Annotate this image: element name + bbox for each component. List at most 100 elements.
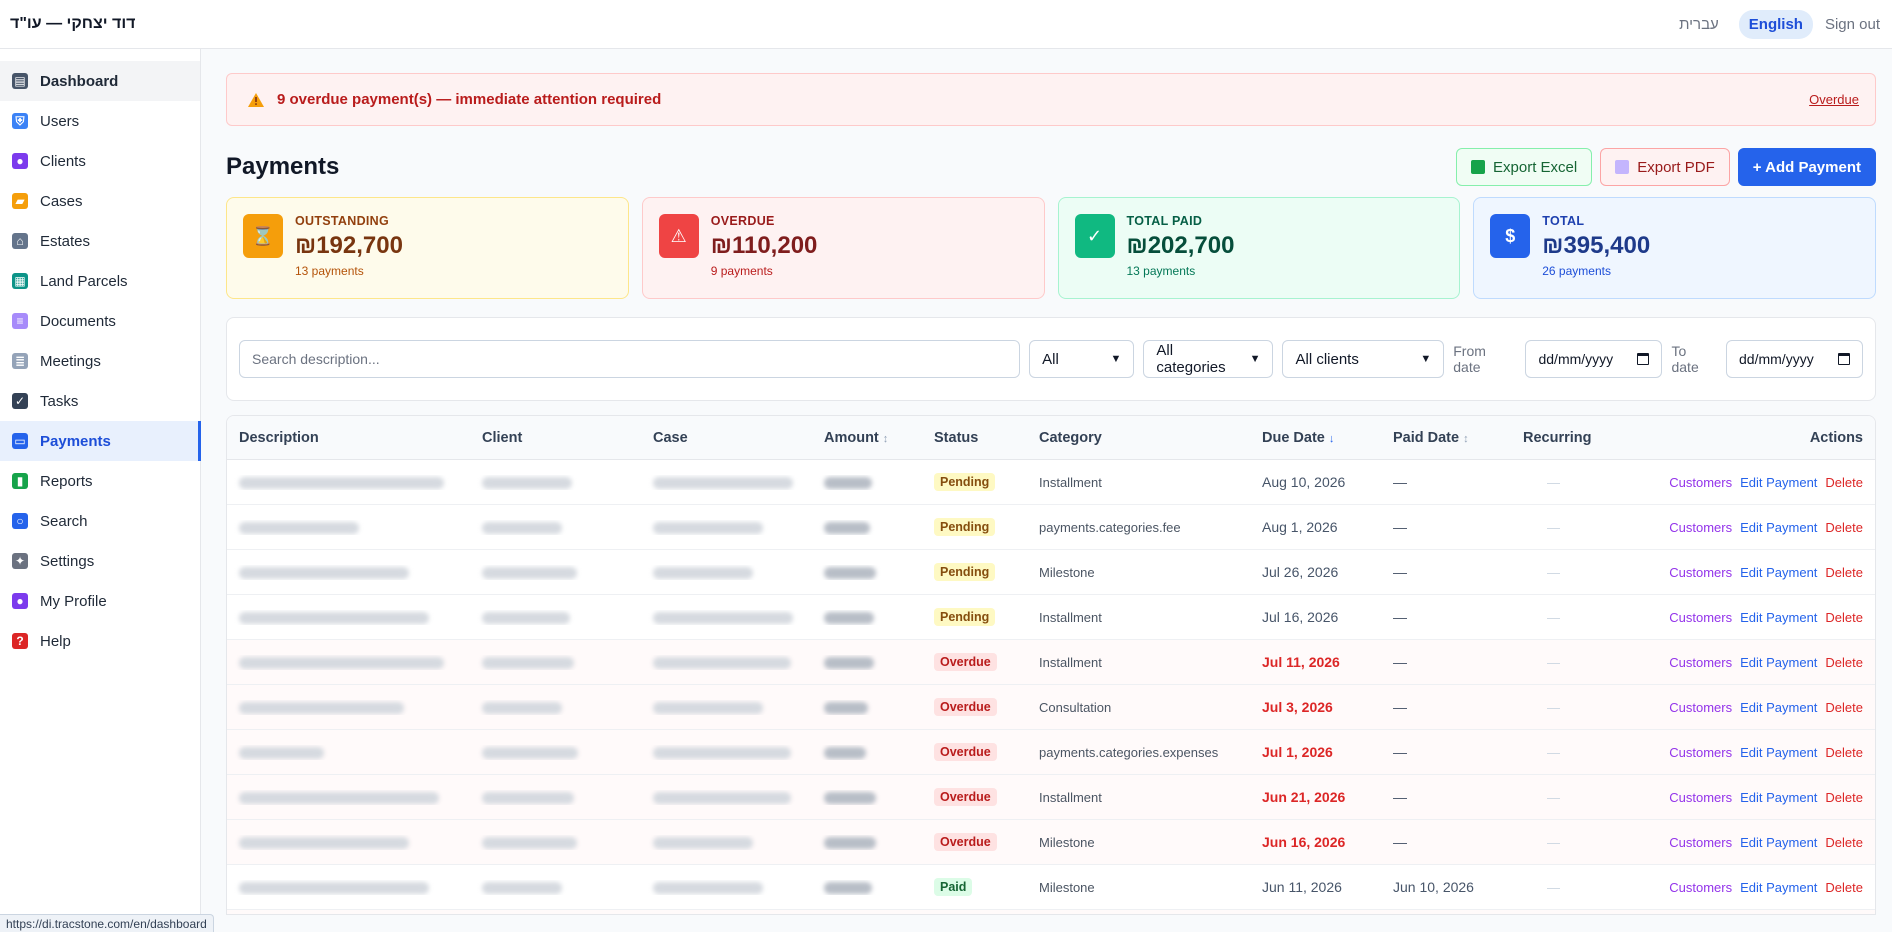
table-row[interactable]: Paid Milestone Jun 11, 2026 Jun 10, 2026 — Cu… bbox=[227, 865, 1875, 910]
edit-payment-link[interactable]: Edit Payment bbox=[1740, 610, 1817, 625]
customers-link[interactable]: Customers bbox=[1669, 475, 1732, 490]
sidebar-item-payments[interactable]: ▭ Payments bbox=[0, 421, 201, 461]
edit-payment-link[interactable]: Edit Payment bbox=[1740, 475, 1817, 490]
to-date-input[interactable]: dd/mm/yyyy bbox=[1726, 340, 1864, 378]
edit-payment-link[interactable]: Edit Payment bbox=[1740, 565, 1817, 580]
col-due-date[interactable]: Due Date ↓ bbox=[1250, 430, 1381, 446]
delete-link[interactable]: Delete bbox=[1825, 655, 1863, 670]
table-row[interactable]: Pending Installment Aug 10, 2026 — — Customer… bbox=[227, 460, 1875, 505]
sort-down-icon[interactable]: ↓ bbox=[1329, 433, 1335, 445]
edit-payment-link[interactable]: Edit Payment bbox=[1740, 655, 1817, 670]
table-row[interactable]: Overdue Milestone Jun 16, 2026 — — Customers E… bbox=[227, 820, 1875, 865]
sidebar-item-search[interactable]: ○ Search bbox=[0, 501, 200, 541]
customers-link[interactable]: Customers bbox=[1669, 610, 1732, 625]
delete-link[interactable]: Delete bbox=[1825, 790, 1863, 805]
edit-payment-link[interactable]: Edit Payment bbox=[1740, 745, 1817, 760]
sidebar-item-my-profile[interactable]: ● My Profile bbox=[0, 581, 200, 621]
customers-link[interactable]: Customers bbox=[1669, 565, 1732, 580]
customers-link[interactable]: Customers bbox=[1669, 835, 1732, 850]
delete-link[interactable]: Delete bbox=[1825, 610, 1863, 625]
sidebar-item-land-parcels[interactable]: ▦ Land Parcels bbox=[0, 261, 200, 301]
sidebar-item-dashboard[interactable]: ▤ Dashboard bbox=[0, 61, 200, 101]
table-row[interactable]: Overdue Installment Jun 21, 2026 — — Customer… bbox=[227, 775, 1875, 820]
cell-category: payments.categories.expenses bbox=[1039, 744, 1219, 760]
table-row[interactable]: Pending Milestone Jul 26, 2026 — — Customers E… bbox=[227, 550, 1875, 595]
sidebar-item-tasks[interactable]: ✓ Tasks bbox=[0, 381, 200, 421]
client-select[interactable]: All clients ▼ bbox=[1282, 340, 1445, 378]
table-row[interactable]: Overdue payments.categories.expenses Jul 1… bbox=[227, 730, 1875, 775]
shield-icon: ⛨ bbox=[12, 113, 28, 129]
table-header: Description Client Case Amount ↕ Status C… bbox=[227, 416, 1875, 460]
table-row[interactable]: Pending Installment Jul 16, 2026 — — Customer… bbox=[227, 595, 1875, 640]
lang-english-button[interactable]: English bbox=[1738, 9, 1813, 39]
edit-payment-link[interactable]: Edit Payment bbox=[1740, 700, 1817, 715]
col-paid-date[interactable]: Paid Date ↕ bbox=[1381, 430, 1511, 446]
sort-icon[interactable]: ↕ bbox=[883, 433, 889, 445]
cell-description bbox=[227, 610, 470, 625]
col-status[interactable]: Status bbox=[922, 430, 1027, 446]
table-row[interactable]: Overdue Installment Jul 11, 2026 — — Customer… bbox=[227, 640, 1875, 685]
redacted-text bbox=[824, 657, 874, 670]
customers-link[interactable]: Customers bbox=[1669, 655, 1732, 670]
status-select[interactable]: All ▼ bbox=[1029, 340, 1135, 378]
cell-client bbox=[470, 655, 641, 670]
sidebar-item-help[interactable]: ? Help bbox=[0, 621, 200, 661]
sidebar-item-documents[interactable]: ≡ Documents bbox=[0, 301, 200, 341]
top-nav: עברית English Sign out bbox=[1669, 9, 1882, 39]
delete-link[interactable]: Delete bbox=[1825, 475, 1863, 490]
delete-link[interactable]: Delete bbox=[1825, 700, 1863, 715]
delete-link[interactable]: Delete bbox=[1825, 835, 1863, 850]
cell-case bbox=[641, 520, 812, 535]
lang-hebrew-button[interactable]: עברית bbox=[1669, 10, 1729, 39]
cell-actions: Customers Edit Payment Delete bbox=[1611, 520, 1875, 535]
from-date-input[interactable]: dd/mm/yyyy bbox=[1525, 340, 1663, 378]
add-payment-button[interactable]: + Add Payment bbox=[1737, 148, 1876, 186]
customers-link[interactable]: Customers bbox=[1669, 520, 1732, 535]
col-client[interactable]: Client bbox=[470, 430, 641, 446]
customers-link[interactable]: Customers bbox=[1669, 745, 1732, 760]
edit-payment-link[interactable]: Edit Payment bbox=[1740, 880, 1817, 895]
col-amount[interactable]: Amount ↕ bbox=[812, 430, 922, 446]
table-row[interactable]: Overduepayments.categories.expensesJun 1… bbox=[227, 910, 1875, 914]
sidebar-item-cases[interactable]: ▰ Cases bbox=[0, 181, 200, 221]
sort-icon[interactable]: ↕ bbox=[1463, 433, 1469, 445]
sign-out-link[interactable]: Sign out bbox=[1823, 10, 1882, 39]
sidebar-item-estates[interactable]: ⌂ Estates bbox=[0, 221, 200, 261]
overdue-link[interactable]: Overdue bbox=[1809, 92, 1859, 107]
sidebar-item-reports[interactable]: ▮ Reports bbox=[0, 461, 200, 501]
card-label: TOTAL bbox=[1542, 214, 1585, 228]
customers-link[interactable]: Customers bbox=[1669, 790, 1732, 805]
calendar-icon[interactable] bbox=[1637, 353, 1650, 365]
delete-link[interactable]: Delete bbox=[1825, 880, 1863, 895]
cell-case bbox=[641, 880, 812, 895]
col-description[interactable]: Description bbox=[227, 430, 470, 446]
sidebar-item-clients[interactable]: ● Clients bbox=[0, 141, 200, 181]
search-input[interactable]: Search description... bbox=[239, 340, 1021, 378]
cell-description bbox=[227, 655, 470, 670]
cell-category: Installment bbox=[1039, 474, 1102, 490]
cell-client bbox=[470, 520, 641, 535]
edit-payment-link[interactable]: Edit Payment bbox=[1740, 835, 1817, 850]
delete-link[interactable]: Delete bbox=[1825, 745, 1863, 760]
redacted-text bbox=[653, 747, 791, 760]
edit-payment-link[interactable]: Edit Payment bbox=[1740, 520, 1817, 535]
sidebar-item-meetings[interactable]: ≣ Meetings bbox=[0, 341, 200, 381]
export-pdf-button[interactable]: Export PDF bbox=[1600, 148, 1730, 186]
cell-amount bbox=[812, 835, 922, 850]
category-select[interactable]: All categories ▼ bbox=[1143, 340, 1274, 378]
delete-link[interactable]: Delete bbox=[1825, 565, 1863, 580]
export-excel-button[interactable]: Export Excel bbox=[1456, 148, 1593, 186]
sidebar-item-settings[interactable]: ✦ Settings bbox=[0, 541, 200, 581]
cell-amount bbox=[812, 655, 922, 670]
table-row[interactable]: Pending payments.categories.fee Aug 1, 202… bbox=[227, 505, 1875, 550]
edit-payment-link[interactable]: Edit Payment bbox=[1740, 790, 1817, 805]
col-category[interactable]: Category bbox=[1027, 430, 1250, 446]
delete-link[interactable]: Delete bbox=[1825, 520, 1863, 535]
col-case[interactable]: Case bbox=[641, 430, 812, 446]
cell-due-date: Aug 10, 2026 bbox=[1262, 474, 1346, 490]
calendar-icon[interactable] bbox=[1838, 353, 1851, 365]
customers-link[interactable]: Customers bbox=[1669, 700, 1732, 715]
table-row[interactable]: Overdue Consultation Jul 3, 2026 — — Customer… bbox=[227, 685, 1875, 730]
customers-link[interactable]: Customers bbox=[1669, 880, 1732, 895]
sidebar-item-users[interactable]: ⛨ Users bbox=[0, 101, 200, 141]
